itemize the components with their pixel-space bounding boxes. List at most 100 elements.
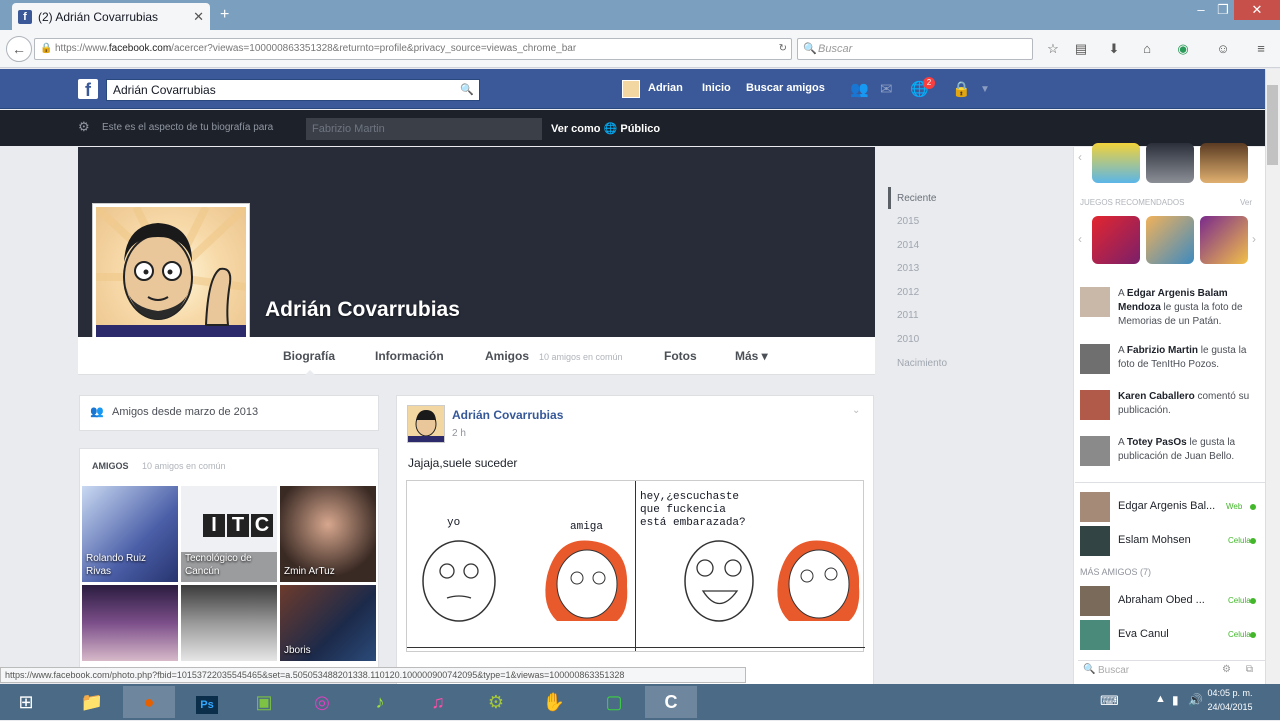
home-icon[interactable]: ⌂ [1138, 40, 1156, 58]
friend-tile[interactable]: Rolando Ruiz Rivas [82, 486, 178, 582]
tab-amigos[interactable]: Amigos [485, 349, 529, 363]
chevron-right-icon[interactable]: › [1252, 232, 1256, 246]
ticker-item[interactable]: Karen Caballero comentó su publicación. [1080, 390, 1265, 426]
search-icon[interactable]: 🔍 [460, 80, 474, 100]
view-as-audience: Público [620, 123, 661, 135]
year-item[interactable]: Nacimiento [897, 358, 947, 369]
home-link[interactable]: Inicio [702, 82, 731, 94]
bookmark-star-icon[interactable]: ☆ [1044, 40, 1062, 58]
scrollbar-thumb[interactable] [1267, 85, 1278, 165]
chat-contact[interactable]: Edgar Argenis Bal... Web [1080, 492, 1260, 522]
tray-arrow-icon[interactable]: ▲ [1155, 693, 1166, 705]
chevron-left-icon[interactable]: ‹ [1078, 150, 1082, 164]
browser-search-input[interactable]: 🔍 Buscar [797, 38, 1033, 60]
user-avatar[interactable] [622, 80, 640, 98]
keyboard-icon[interactable]: ⌨ [1100, 693, 1119, 709]
year-item[interactable]: 2012 [897, 287, 919, 298]
chat-search-input[interactable]: 🔍 Buscar ⚙ ⧉ [1078, 660, 1265, 682]
tab-mas[interactable]: Más ▾ [735, 349, 768, 363]
facebook-logo-icon[interactable]: f [78, 79, 98, 100]
game-thumbnail[interactable] [1146, 216, 1194, 264]
firefox-icon[interactable]: ● [123, 686, 175, 718]
file-explorer-icon[interactable]: 📁 [66, 686, 118, 718]
year-item[interactable]: 2010 [897, 334, 919, 345]
photoshop-icon[interactable]: Ps [181, 686, 233, 718]
tab-fotos[interactable]: Fotos [664, 349, 697, 363]
media-app-icon[interactable]: ◎ [296, 686, 348, 718]
reading-list-icon[interactable]: ▤ [1072, 40, 1090, 58]
year-item[interactable]: 2011 [897, 310, 919, 321]
post-options-icon[interactable]: ⌄ [852, 405, 860, 416]
account-dropdown-icon[interactable]: ▼ [980, 84, 990, 95]
view-as-input[interactable]: Fabrizio Martin [306, 118, 542, 140]
android-icon[interactable]: ⚙ [470, 686, 522, 718]
photo-app-icon[interactable]: ▣ [238, 686, 290, 718]
reload-icon[interactable]: ↻ [774, 39, 787, 59]
privacy-lock-icon[interactable]: 🔒 [952, 80, 971, 98]
chat-contact[interactable]: Abraham Obed ... Celular [1080, 586, 1260, 616]
game-thumbnail[interactable] [1200, 143, 1248, 183]
game-thumbnail[interactable] [1092, 143, 1140, 183]
new-tab-icon[interactable]: + [220, 6, 229, 24]
year-item[interactable]: 2013 [897, 263, 919, 274]
close-window-icon[interactable]: ✕ [1234, 0, 1280, 20]
chat-settings-icon[interactable]: ⚙ [1222, 664, 1231, 675]
year-item[interactable]: Reciente [897, 193, 936, 204]
search-icon: 🔍 [803, 43, 817, 55]
view-as-label[interactable]: Ver como 🌐 Público [551, 122, 660, 135]
friend-tile[interactable]: Jboris [280, 585, 376, 661]
friend-tile[interactable]: Zmin ArTuz [280, 486, 376, 582]
close-tab-icon[interactable]: ✕ [193, 9, 204, 25]
network-icon[interactable]: ▮ [1172, 693, 1179, 707]
menu-icon[interactable]: ≡ [1252, 40, 1270, 58]
chat-contact[interactable]: Eva Canul Celular [1080, 620, 1260, 650]
friend-tile[interactable] [181, 585, 277, 661]
year-item[interactable]: 2015 [897, 216, 919, 227]
url-bar[interactable]: 🔒 https://www.facebook.com/acercer?viewa… [34, 38, 792, 60]
friend-tile[interactable]: I T C Tecnológico de Cancún [181, 486, 277, 582]
windows-start-icon[interactable]: ⊞ [0, 686, 52, 718]
music-app-icon[interactable]: ♪ [354, 686, 406, 718]
post-timestamp[interactable]: 2 h [452, 428, 466, 439]
camtasia-recorder-icon[interactable]: C [645, 686, 697, 718]
tab-biografia[interactable]: Biografía [283, 349, 335, 363]
facebook-search-input[interactable]: Adrián Covarrubias 🔍 [106, 79, 480, 101]
chat-popout-icon[interactable]: ⧉ [1246, 664, 1253, 675]
maximize-icon[interactable]: ❐ [1212, 0, 1234, 20]
minimize-icon[interactable]: – [1190, 0, 1212, 20]
year-item[interactable]: 2014 [897, 240, 919, 251]
itunes-icon[interactable]: ♫ [412, 686, 464, 718]
chevron-left-icon[interactable]: ‹ [1078, 232, 1082, 246]
ticker-item[interactable]: A Edgar Argenis Balam Mendoza le gusta l… [1080, 287, 1265, 331]
find-friends-link[interactable]: Buscar amigos [746, 82, 825, 94]
taskbar-clock[interactable]: 04:05 p. m. 24/04/2015 [1200, 686, 1260, 714]
post-author-avatar[interactable] [407, 405, 445, 443]
glove-app-icon[interactable]: ✋ [528, 686, 580, 718]
back-button[interactable]: ← [6, 36, 32, 62]
gear-icon[interactable]: ⚙ [78, 119, 90, 135]
browser-tab[interactable]: f (2) Adrián Covarrubias ✕ [12, 3, 210, 30]
chat-icon[interactable]: ☺ [1214, 40, 1232, 58]
games-more-link[interactable]: Ver [1240, 198, 1252, 207]
ticker-item[interactable]: A Fabrizio Martin le gusta la foto de Te… [1080, 344, 1265, 380]
post-author-name[interactable]: Adrián Covarrubias [452, 408, 563, 422]
game-thumbnail[interactable] [1092, 216, 1140, 264]
friends-title[interactable]: AMIGOS [92, 461, 129, 471]
game-thumbnail[interactable] [1146, 143, 1194, 183]
friend-tile[interactable] [82, 585, 178, 661]
profile-name[interactable]: Adrián Covarrubias [265, 298, 460, 322]
game-thumbnail[interactable] [1200, 216, 1248, 264]
friend-requests-icon[interactable]: 👥 [850, 80, 869, 98]
messages-icon[interactable]: ✉ [880, 80, 893, 98]
chat-avatar [1080, 620, 1110, 650]
status-bar-url: https://www.facebook.com/photo.php?fbid=… [0, 667, 746, 683]
user-link[interactable]: Adrian [648, 82, 683, 94]
url-rest: /acercer?viewas=100000863351328&returnto… [171, 43, 577, 54]
camtasia-icon[interactable]: ▢ [588, 686, 640, 718]
chat-contact[interactable]: Eslam Mohsen Celular [1080, 526, 1260, 556]
post-comic-image[interactable]: yo amiga hey,¿escuchaste que fuckencia e… [406, 480, 865, 652]
tab-informacion[interactable]: Información [375, 349, 444, 363]
extension-icon[interactable]: ◉ [1174, 40, 1192, 58]
download-icon[interactable]: ⬇ [1105, 40, 1123, 58]
ticker-item[interactable]: A Totey PasOs le gusta la publicación de… [1080, 436, 1265, 472]
